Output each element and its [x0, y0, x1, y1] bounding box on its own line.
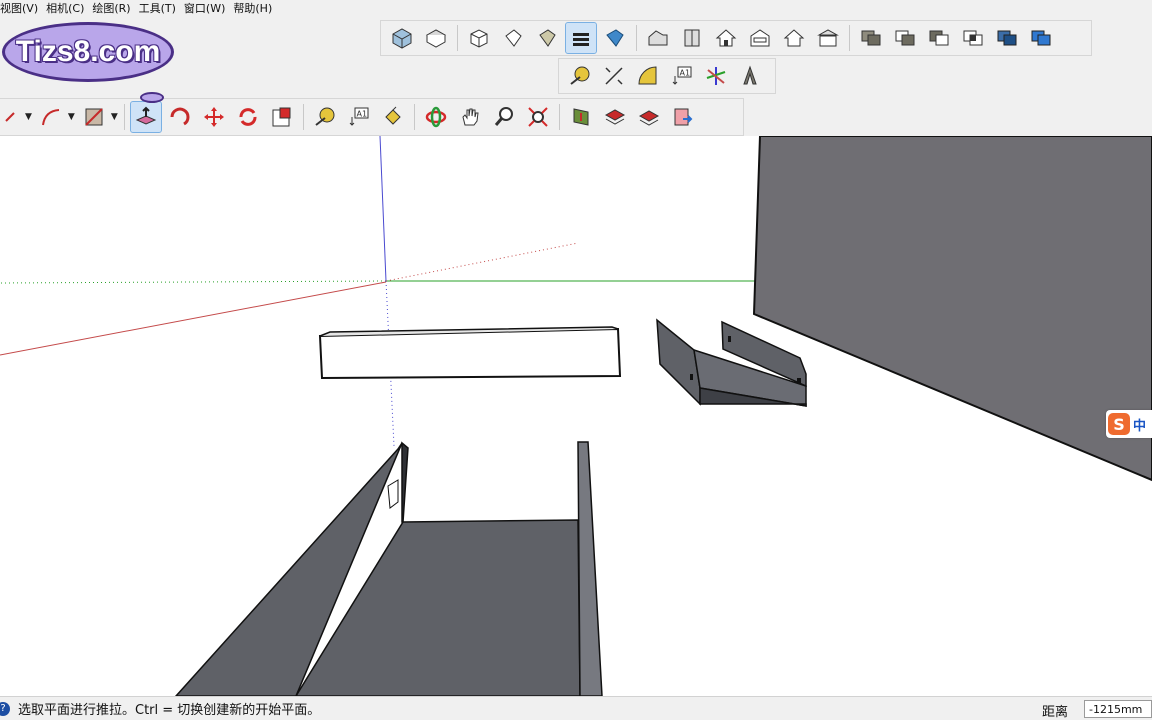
left-house-icon[interactable]	[813, 23, 843, 53]
large-cable-tray[interactable]	[174, 441, 603, 696]
scale-icon[interactable]	[267, 102, 297, 132]
ime-indicator[interactable]: S 中	[1106, 410, 1152, 438]
push-pull-icon[interactable]	[129, 101, 162, 133]
front-house-icon[interactable]	[711, 23, 741, 53]
subtract-icon[interactable]	[890, 23, 920, 53]
box-front-face[interactable]	[318, 327, 622, 380]
top-view-icon[interactable]	[421, 23, 451, 53]
intersect-icon[interactable]	[958, 23, 988, 53]
watermark-bubble	[140, 92, 164, 103]
zoom-icon[interactable]	[489, 102, 519, 132]
toolbar-separator	[123, 104, 125, 130]
text-icon[interactable]: A1	[344, 102, 374, 132]
get-models-icon[interactable]	[566, 102, 596, 132]
wall-plane[interactable]	[752, 136, 1152, 482]
svg-text:A1: A1	[680, 69, 691, 78]
tape-measure-icon[interactable]	[310, 102, 340, 132]
tape-measure-icon[interactable]	[565, 61, 595, 91]
send-to-layout-icon[interactable]	[668, 102, 698, 132]
blue-axis-line	[379, 136, 387, 282]
paint-bucket-icon[interactable]	[378, 102, 408, 132]
measurements-label: 距离	[1042, 705, 1069, 720]
arc-icon[interactable]	[36, 102, 66, 132]
toolbar-separator	[558, 104, 560, 130]
wireframe-style-icon[interactable]	[498, 23, 528, 53]
menu-view[interactable]: 视图(V)	[0, 0, 46, 16]
toolbar-separator	[302, 104, 304, 130]
svg-text:A1: A1	[356, 110, 367, 119]
textured-style-icon[interactable]	[600, 23, 630, 53]
protractor-icon[interactable]	[633, 61, 663, 91]
menu-bar: 视图(V) 相机(C) 绘图(R) 工具(T) 窗口(W) 帮助(H)	[0, 0, 1152, 16]
red-axis-dotted	[385, 242, 579, 282]
menu-tools[interactable]: 工具(T)	[139, 0, 184, 16]
sogou-logo-icon: S	[1108, 413, 1130, 435]
menu-camera[interactable]: 相机(C)	[46, 0, 92, 16]
back-house-icon[interactable]	[779, 23, 809, 53]
text-icon[interactable]: A1	[667, 61, 697, 91]
toolbar-separator	[636, 25, 637, 51]
rectangle-icon[interactable]	[79, 102, 109, 132]
trim-icon[interactable]	[924, 23, 954, 53]
right-house-icon[interactable]	[745, 23, 775, 53]
xray-style-icon[interactable]	[464, 23, 494, 53]
small-cable-tray[interactable]	[656, 318, 807, 407]
share-model-icon[interactable]	[600, 102, 630, 132]
status-hint: 选取平面进行推拉。Ctrl = 切换创建新的开始平面。	[18, 703, 321, 718]
menu-draw[interactable]: 绘图(R)	[92, 0, 138, 16]
scene-canvas	[0, 136, 1152, 696]
toolbar-separator	[849, 25, 850, 51]
construction-toolbar: A1	[558, 58, 776, 94]
help-icon[interactable]: ?	[0, 701, 10, 716]
zoom-extents-icon[interactable]	[523, 102, 553, 132]
split-icon[interactable]	[992, 23, 1022, 53]
watermark-logo: Tizs8.com	[2, 22, 174, 82]
chevron-down-icon[interactable]: ▼	[25, 112, 32, 122]
green-axis-dotted	[0, 280, 387, 284]
status-bar: ? 选取平面进行推拉。Ctrl = 切换创建新的开始平面。 距离 -1215mm	[0, 696, 1152, 720]
follow-me-icon[interactable]	[165, 102, 195, 132]
rotate-icon[interactable]	[233, 102, 263, 132]
toolbar-area: A1 ▼ ▼ ▼ A1	[0, 16, 1152, 136]
orbit-icon[interactable]	[421, 102, 451, 132]
toolbar-separator	[457, 25, 458, 51]
chevron-down-icon[interactable]: ▼	[68, 112, 75, 122]
union-icon[interactable]	[856, 23, 886, 53]
menu-help[interactable]: 帮助(H)	[233, 0, 280, 16]
ime-mode-label: 中	[1133, 418, 1147, 434]
drawing-viewport[interactable]: S 中	[0, 136, 1152, 696]
axes-icon[interactable]	[701, 61, 731, 91]
move-icon[interactable]	[199, 102, 229, 132]
hidden-line-style-icon[interactable]	[532, 23, 562, 53]
main-tools-toolbar: ▼ ▼ ▼ A1	[0, 98, 744, 136]
toolbar-separator	[413, 104, 415, 130]
menu-window[interactable]: 窗口(W)	[184, 0, 233, 16]
measurements-input[interactable]: -1215mm	[1084, 700, 1152, 718]
shaded-style-icon[interactable]	[565, 22, 597, 54]
3d-text-icon[interactable]	[735, 61, 765, 91]
views-styles-toolbar	[380, 20, 1092, 56]
dimension-icon[interactable]	[599, 61, 629, 91]
iso-house-icon[interactable]	[643, 23, 673, 53]
pencil-icon[interactable]	[3, 102, 23, 132]
iso-view-icon[interactable]	[387, 23, 417, 53]
watermark-text: Tizs8.com	[15, 35, 161, 68]
outer-shell-icon[interactable]	[1026, 23, 1056, 53]
top-house-icon[interactable]	[677, 23, 707, 53]
pan-icon[interactable]	[455, 102, 485, 132]
chevron-down-icon[interactable]: ▼	[111, 112, 118, 122]
components-icon[interactable]	[634, 102, 664, 132]
